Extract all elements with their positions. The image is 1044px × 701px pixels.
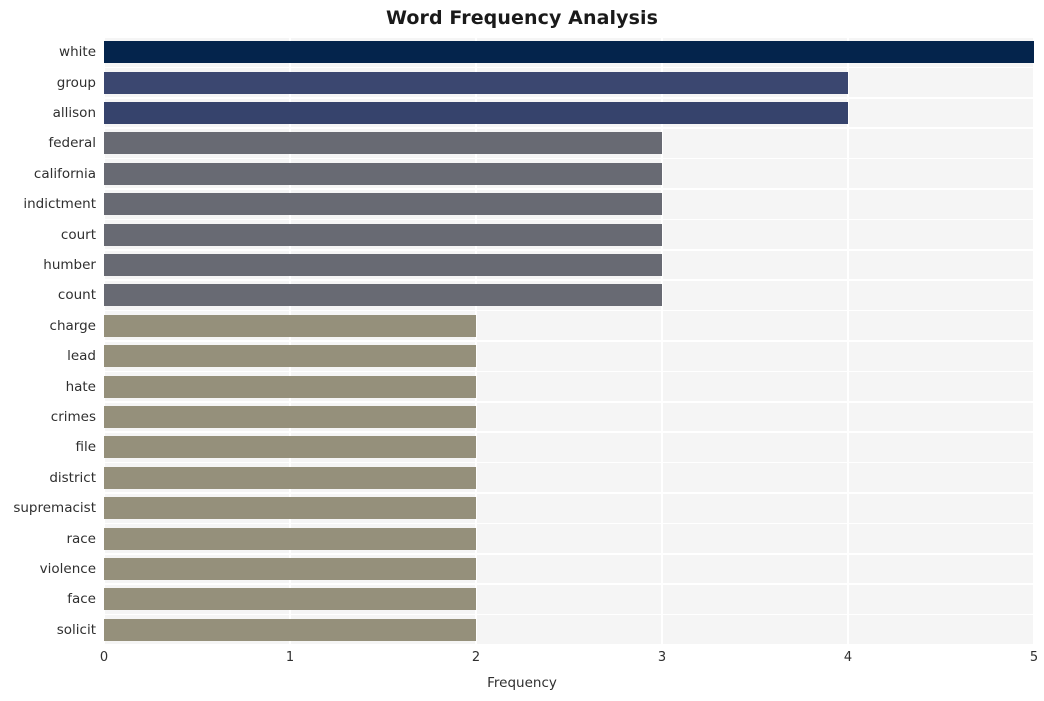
y-axis-tick-label: file (75, 439, 96, 456)
y-axis-tick-label: group (56, 74, 96, 91)
y-axis-tick-label: federal (48, 135, 96, 152)
y-axis-tick-label: violence (39, 561, 96, 577)
y-axis-tick-label: face (67, 591, 96, 608)
x-axis-tick-label: 5 (1029, 650, 1039, 665)
y-axis-tick-labels: white group allison federal california indict… (0, 37, 1044, 645)
y-axis-tick-label: indictment (23, 196, 96, 213)
y-axis-tick-label: crimes (50, 409, 96, 425)
y-axis-tick-label: white (59, 44, 96, 61)
x-axis-tick-label: 0 (99, 650, 109, 665)
chart-title: Word Frequency Analysis (385, 7, 659, 29)
x-axis-title: Frequency (487, 675, 557, 691)
y-axis-tick-label: allison (52, 105, 96, 121)
x-axis-tick-label: 2 (471, 650, 481, 665)
x-axis-tick-label: 4 (843, 650, 853, 665)
y-axis-tick-label: supremacist (13, 500, 96, 517)
x-axis-tick-label: 1 (285, 650, 295, 665)
y-axis-tick-label: court (60, 226, 96, 243)
y-axis-tick-label: lead (67, 348, 96, 365)
y-axis-tick-label: solicit (56, 621, 96, 638)
x-axis-tick-label: 3 (657, 650, 667, 665)
y-axis-tick-label: district (49, 469, 96, 486)
chart-figure: Word Frequency Analysis white group alliso… (0, 0, 1044, 701)
y-axis-tick-label: california (33, 165, 96, 182)
y-axis-tick-label: race (66, 530, 96, 547)
y-axis-tick-label: charge (49, 317, 96, 334)
y-axis-tick-label: count (57, 287, 96, 304)
y-axis-tick-label: hate (65, 378, 96, 395)
y-axis-tick-label: humber (43, 257, 96, 273)
